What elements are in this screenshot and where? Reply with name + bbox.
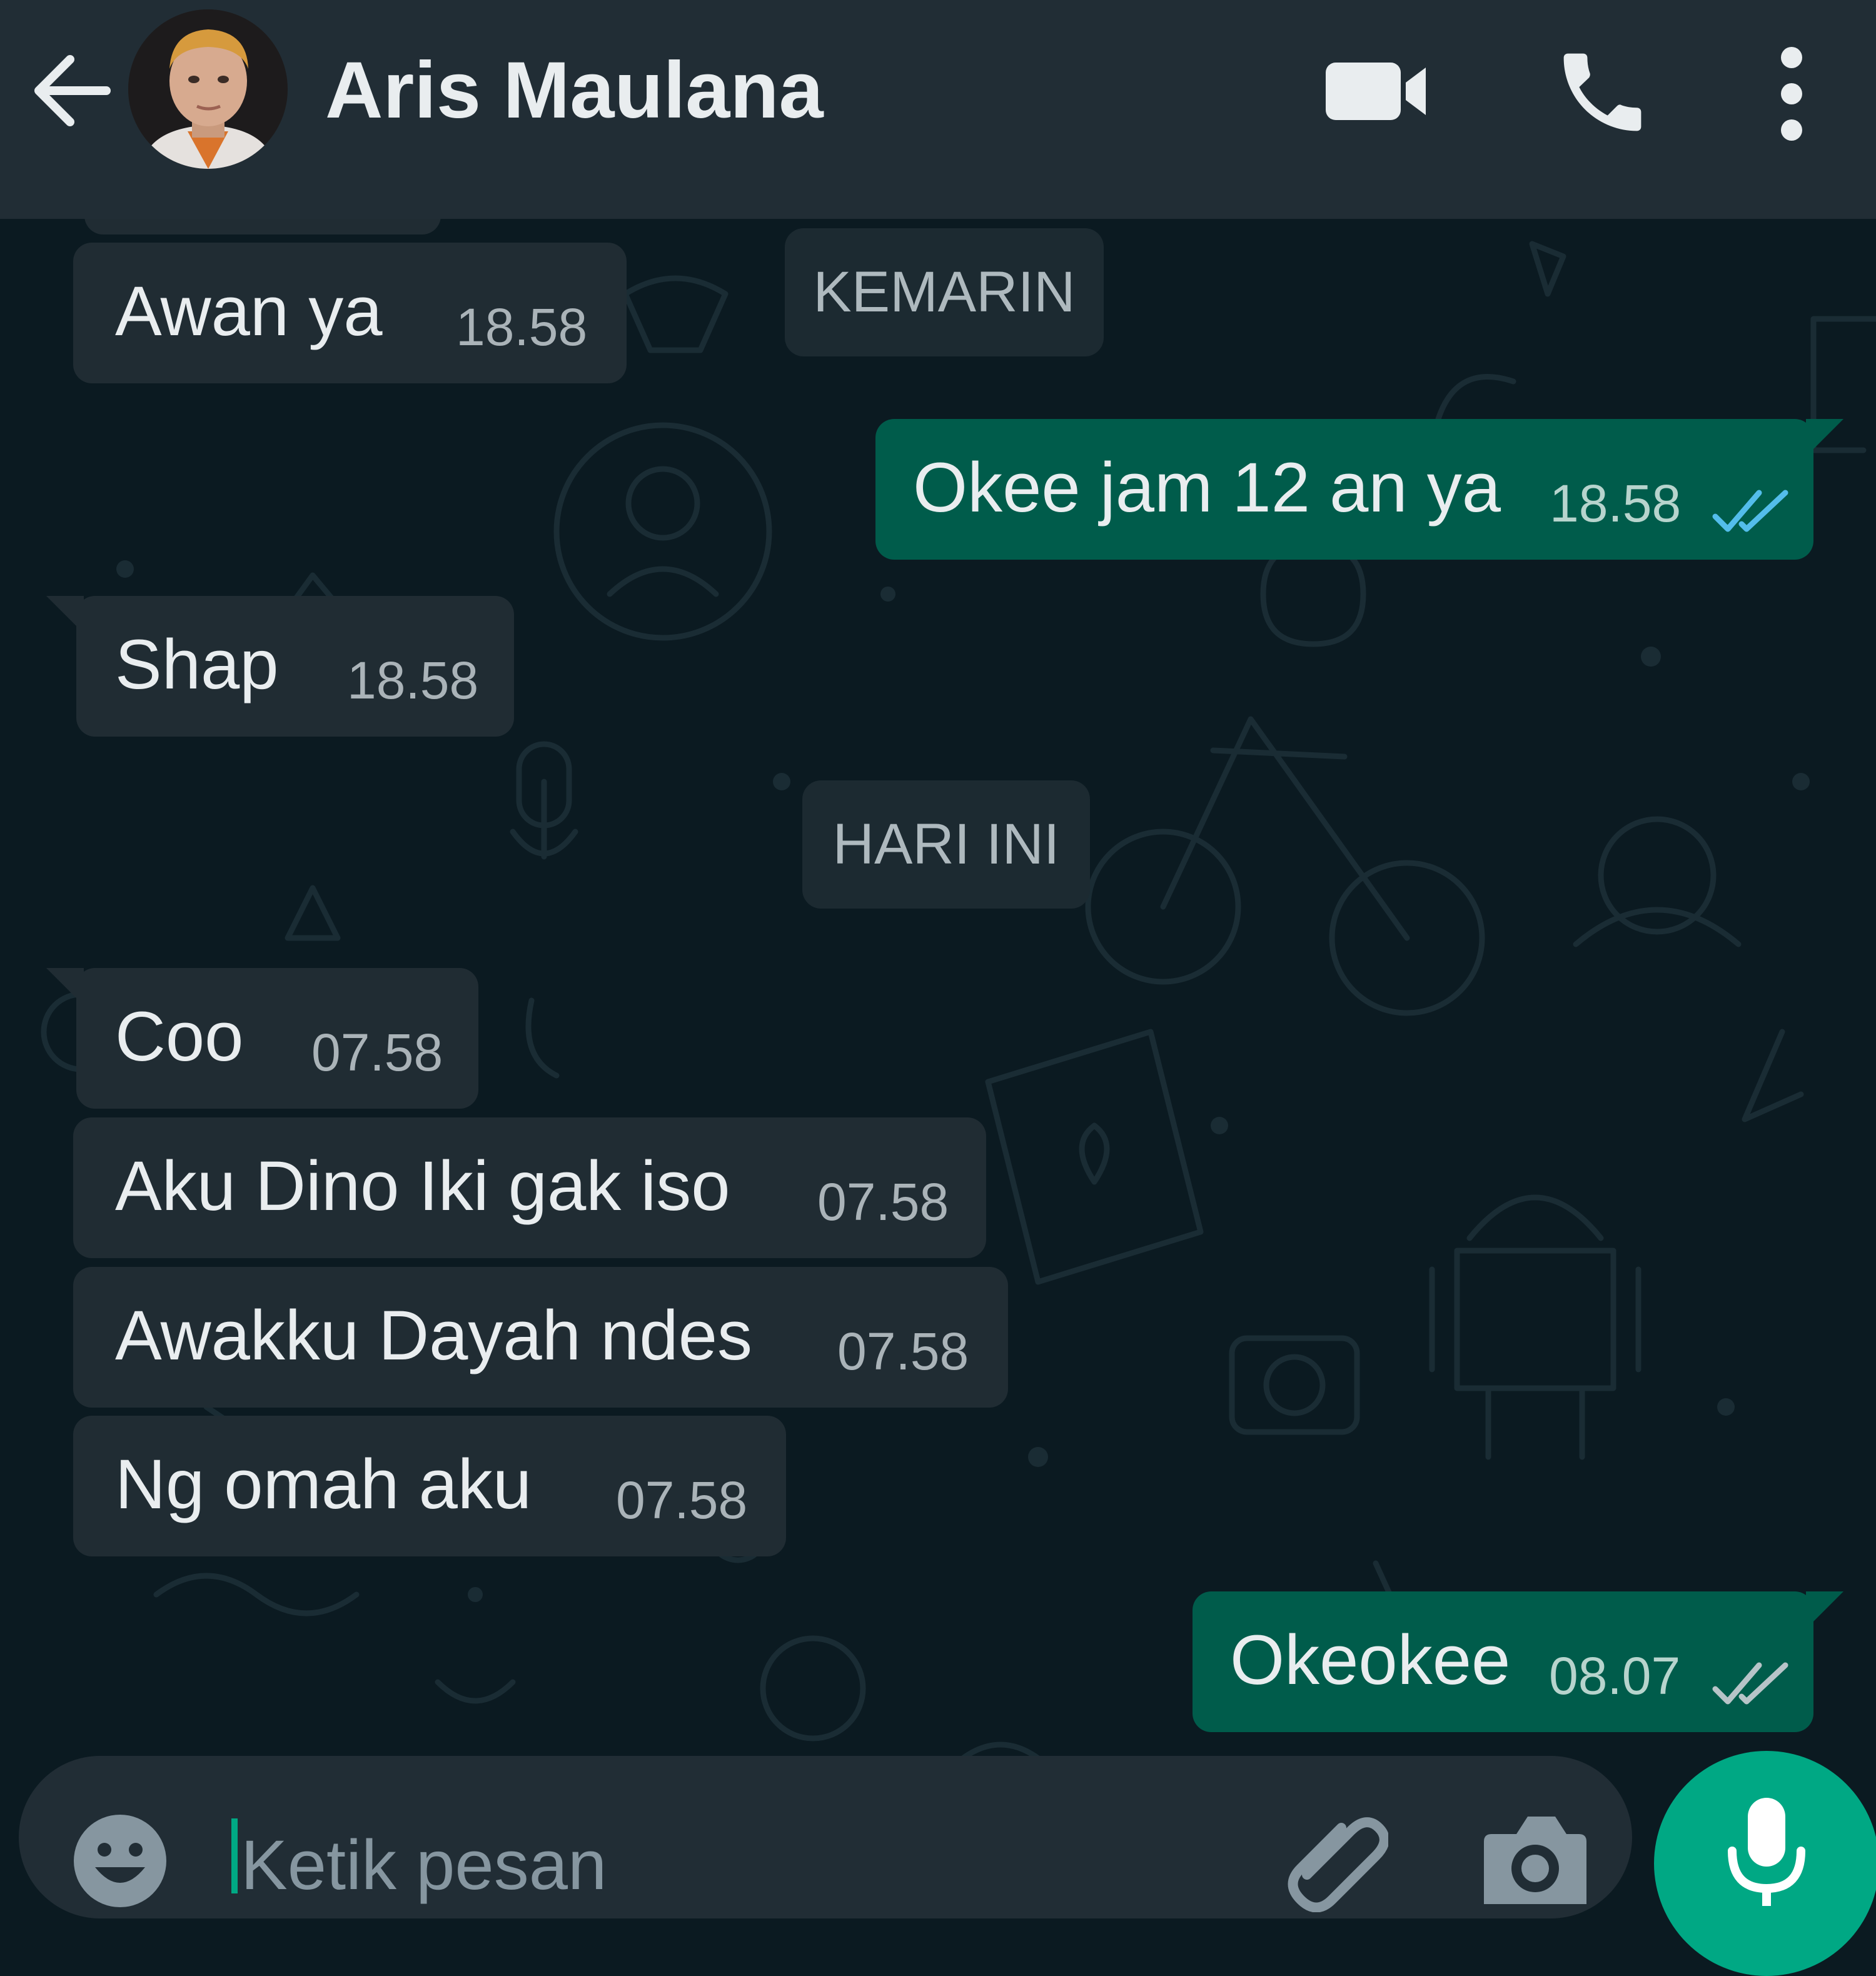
message-text: Ng omah aku (115, 1445, 532, 1523)
message-bubble-incoming[interactable]: Aku Dino Iki gak iso 07.58 (73, 1117, 986, 1258)
date-chip-today: HARI INI (802, 780, 1090, 909)
emoji-icon[interactable] (70, 1811, 170, 1911)
message-text: Okee jam 12 an ya (913, 448, 1501, 527)
message-time: 08.07 (1549, 1646, 1681, 1705)
date-chip-yesterday: KEMARIN (785, 228, 1104, 356)
message-text: Aku Dino Iki gak iso (115, 1147, 730, 1225)
message-text: Shap (115, 625, 279, 703)
contact-photo (128, 9, 288, 169)
arrow-left-icon[interactable] (25, 44, 119, 138)
message-bubble-incoming[interactable]: Shap 18.58 (46, 596, 514, 737)
message-bubble-incoming[interactable]: Ng omah aku 07.58 (73, 1416, 786, 1556)
message-bubble-incoming[interactable]: Awan ya 18.58 (73, 243, 627, 383)
message-bubble-outgoing[interactable]: Okeokee 08.07 (1193, 1591, 1843, 1732)
message-time: 18.58 (347, 651, 479, 710)
message-time: 07.58 (837, 1322, 969, 1381)
message-time: 07.58 (817, 1172, 949, 1231)
delivered-double-check-icon (1712, 1662, 1788, 1705)
message-text: Coo (115, 997, 244, 1076)
message-composer[interactable]: Ketik pesan (19, 1756, 1632, 1918)
video-call-icon[interactable] (1319, 50, 1432, 131)
message-bubble-incoming[interactable]: Coo 07.58 (46, 968, 478, 1109)
bubble-tail (46, 968, 84, 1006)
message-time: 07.58 (616, 1471, 748, 1530)
avatar[interactable] (128, 9, 288, 169)
bubble-tail (1806, 1591, 1843, 1629)
microphone-icon (1728, 1798, 1805, 1906)
text-cursor (231, 1818, 238, 1893)
message-time: 07.58 (311, 1023, 443, 1082)
microphone-button[interactable] (1654, 1751, 1876, 1976)
attachment-icon[interactable] (1282, 1806, 1388, 1912)
message-text: Awan ya (115, 272, 383, 350)
message-bubble-incoming[interactable]: Awakku Dayah ndes 07.58 (73, 1267, 1008, 1408)
message-bubble-partial (84, 219, 441, 234)
bubble-tail (46, 596, 84, 633)
message-text: Okeokee (1230, 1621, 1511, 1699)
message-time: 18.58 (1550, 474, 1682, 533)
contact-name[interactable]: Aris Maulana (325, 38, 824, 144)
message-input[interactable]: Ketik pesan (241, 1818, 607, 1912)
camera-icon[interactable] (1479, 1809, 1591, 1909)
message-list[interactable]: KEMARIN HARI INI Awan ya 18.58 Okee jam … (0, 219, 1876, 1876)
message-time: 18.58 (456, 298, 588, 356)
message-text: Awakku Dayah ndes (115, 1296, 752, 1374)
message-bubble-outgoing[interactable]: Okee jam 12 an ya 18.58 (875, 419, 1843, 560)
more-vertical-icon[interactable] (1763, 44, 1820, 144)
voice-call-icon[interactable] (1551, 41, 1654, 144)
bubble-tail (1806, 419, 1843, 456)
read-double-check-icon (1712, 490, 1788, 532)
chat-header: Aris Maulana (0, 0, 1876, 219)
